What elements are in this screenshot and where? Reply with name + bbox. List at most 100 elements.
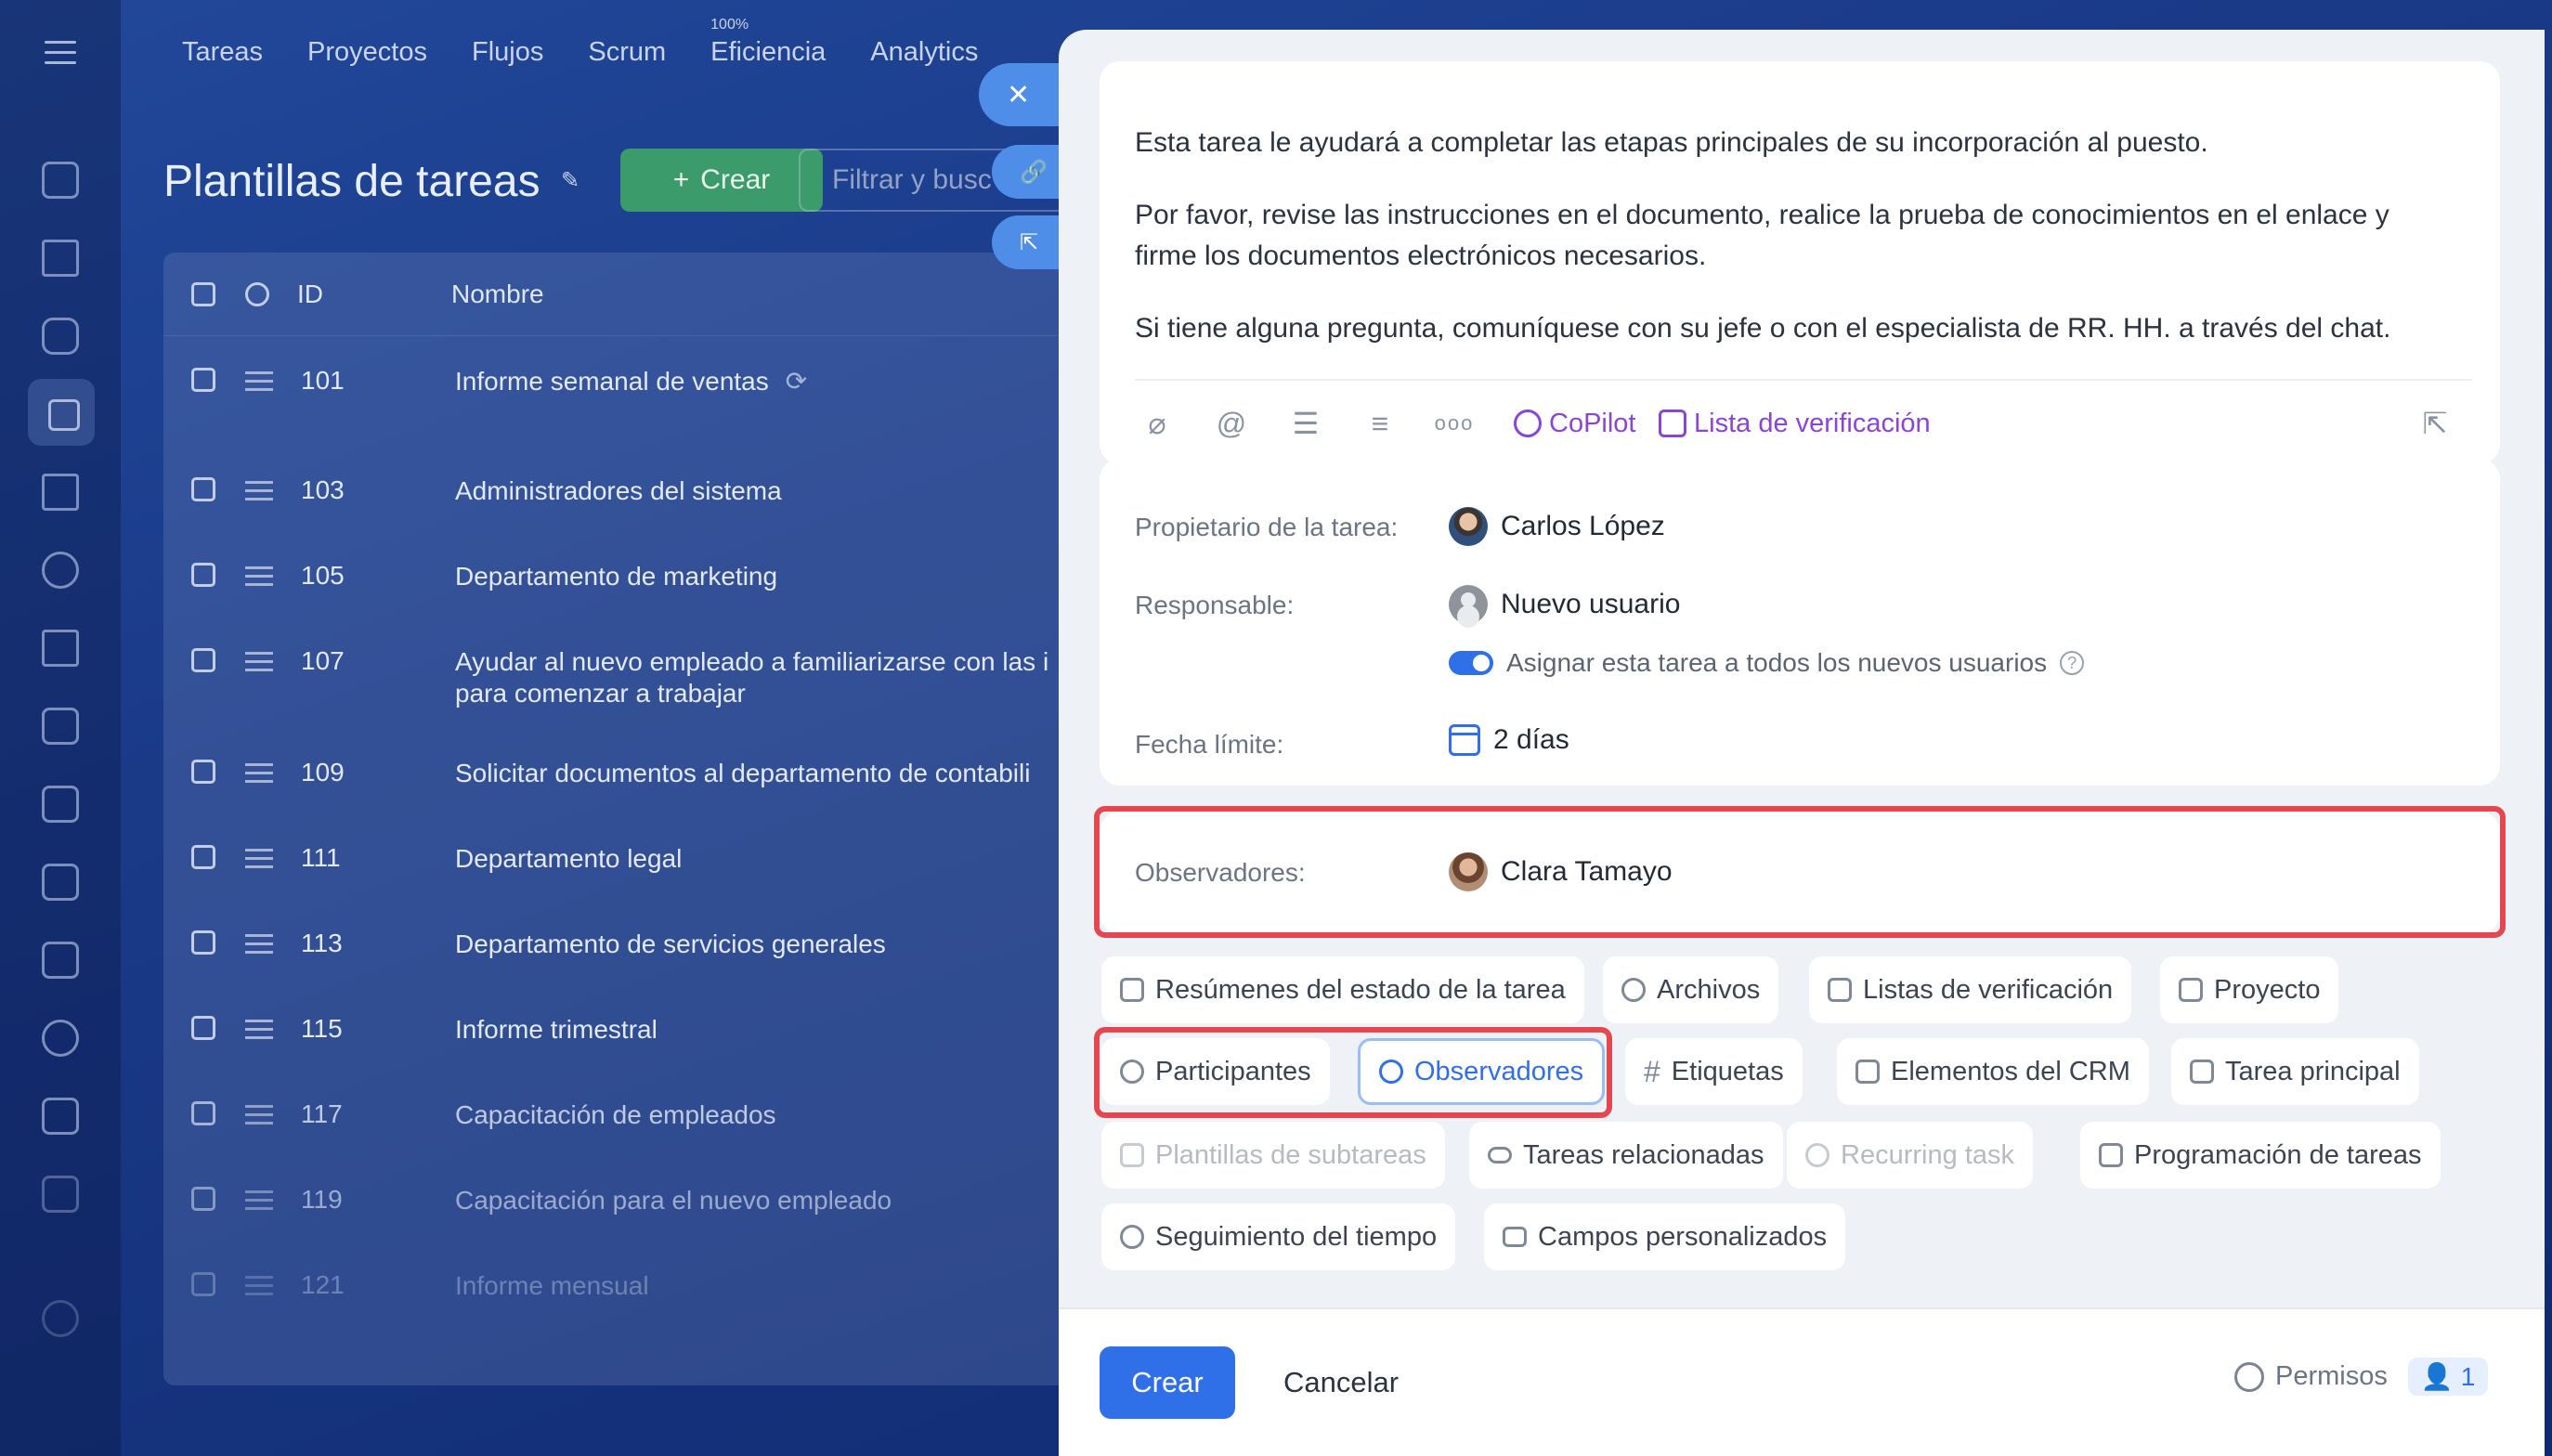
table-row[interactable]: 113 Departamento de servicios generales bbox=[163, 929, 1092, 960]
chip-status-summaries[interactable]: Resúmenes del estado de la tarea bbox=[1101, 956, 1584, 1023]
chip-checklists[interactable]: Listas de verificación bbox=[1809, 956, 2132, 1023]
drag-handle-icon[interactable] bbox=[245, 566, 273, 592]
document-icon[interactable] bbox=[42, 786, 79, 823]
drag-handle-icon[interactable] bbox=[245, 934, 273, 959]
presentation-icon[interactable] bbox=[42, 864, 79, 901]
chip-subtask-templates[interactable]: Plantillas de subtareas bbox=[1101, 1122, 1445, 1189]
copilot-button[interactable]: CoPilot bbox=[1514, 405, 1636, 442]
chip-parent-task[interactable]: Tarea principal bbox=[2171, 1038, 2419, 1105]
row-checkbox[interactable] bbox=[191, 648, 215, 672]
row-name[interactable]: Informe trimestral bbox=[455, 1014, 658, 1046]
table-row[interactable]: 119 Capacitación para el nuevo empleado bbox=[163, 1185, 1092, 1216]
doc-sign-icon[interactable] bbox=[42, 1176, 79, 1213]
schedule-icon[interactable] bbox=[42, 1098, 79, 1135]
feed-icon[interactable] bbox=[42, 162, 79, 199]
close-slider-button[interactable]: ✕ bbox=[979, 63, 1072, 126]
expand-editor-icon[interactable]: ⇱ bbox=[2416, 405, 2454, 442]
row-name[interactable]: Departamento legal bbox=[455, 843, 682, 875]
row-checkbox[interactable] bbox=[191, 368, 215, 392]
select-all-checkbox[interactable] bbox=[191, 281, 215, 306]
cart-icon[interactable] bbox=[42, 474, 79, 511]
row-checkbox[interactable] bbox=[191, 930, 215, 955]
row-name[interactable]: Departamento de servicios generales bbox=[455, 929, 886, 960]
table-row[interactable]: 121 Informe mensual bbox=[163, 1270, 1092, 1302]
pin-icon[interactable]: ✎ bbox=[561, 167, 585, 193]
chip-tags[interactable]: # Etiquetas bbox=[1625, 1038, 1803, 1105]
row-name[interactable]: Ayudar al nuevo empleado a familiarizars… bbox=[455, 646, 1048, 709]
numbered-list-icon[interactable]: ≡ bbox=[1361, 405, 1399, 442]
id-column-header[interactable]: ID bbox=[297, 280, 451, 309]
mail-icon[interactable] bbox=[42, 630, 79, 667]
drag-handle-icon[interactable] bbox=[245, 1105, 273, 1130]
row-checkbox[interactable] bbox=[191, 1016, 215, 1040]
description-paragraph-1[interactable]: Esta tarea le ayudará a completar las et… bbox=[1135, 123, 2454, 163]
row-checkbox[interactable] bbox=[191, 1101, 215, 1125]
table-row[interactable]: 117 Capacitación de empleados bbox=[163, 1099, 1092, 1131]
permissions-count-badge[interactable]: 👤 1 bbox=[2407, 1358, 2489, 1396]
drag-handle-icon[interactable] bbox=[245, 652, 273, 677]
row-checkbox[interactable] bbox=[191, 563, 215, 587]
checklist-button[interactable]: Lista de verificación bbox=[1659, 405, 1931, 442]
row-name[interactable]: Solicitar documentos al departamento de … bbox=[455, 758, 1030, 789]
owner-value[interactable]: Carlos López bbox=[1449, 507, 1665, 546]
cancel-button[interactable]: Cancelar bbox=[1283, 1346, 1399, 1419]
create-template-button[interactable]: + Crear bbox=[620, 149, 823, 212]
table-row[interactable]: 101 Informe semanal de ventas ⟳ bbox=[163, 366, 1092, 397]
chip-task-scheduling[interactable]: Programación de tareas bbox=[2080, 1122, 2441, 1189]
nav-scrum[interactable]: Scrum bbox=[588, 37, 666, 68]
drag-handle-icon[interactable] bbox=[245, 1190, 273, 1216]
table-row[interactable]: 105 Departamento de marketing bbox=[163, 561, 1092, 592]
gear-icon[interactable] bbox=[245, 281, 269, 306]
row-name[interactable]: Informe semanal de ventas bbox=[455, 366, 769, 397]
drag-handle-icon[interactable] bbox=[245, 1276, 273, 1301]
table-row[interactable]: 103 Administradores del sistema bbox=[163, 475, 1092, 507]
row-name[interactable]: Capacitación para el nuevo empleado bbox=[455, 1185, 892, 1216]
chip-time-tracking[interactable]: Seguimiento del tiempo bbox=[1101, 1203, 1456, 1270]
row-checkbox[interactable] bbox=[191, 477, 215, 501]
nav-flujos[interactable]: Flujos bbox=[472, 37, 543, 68]
chip-crm-elements[interactable]: Elementos del CRM bbox=[1837, 1038, 2149, 1105]
chat-icon[interactable] bbox=[42, 318, 79, 355]
help-icon[interactable]: ? bbox=[2060, 651, 2085, 675]
row-name[interactable]: Capacitación de empleados bbox=[455, 1099, 776, 1131]
table-row[interactable]: 107 Ayudar al nuevo empleado a familiariz… bbox=[163, 646, 1092, 709]
target-icon[interactable] bbox=[42, 1020, 79, 1057]
drag-handle-icon[interactable] bbox=[245, 1020, 273, 1045]
row-name[interactable]: Administradores del sistema bbox=[455, 475, 782, 507]
menu-icon[interactable] bbox=[45, 41, 76, 65]
responsible-value[interactable]: Nuevo usuario bbox=[1449, 585, 1680, 624]
bullet-list-icon[interactable]: ☰ bbox=[1287, 405, 1324, 442]
row-checkbox[interactable] bbox=[191, 1187, 215, 1211]
settings-icon[interactable] bbox=[42, 1300, 79, 1337]
chip-recurring-task[interactable]: Recurring task bbox=[1787, 1122, 2033, 1189]
nav-analytics[interactable]: Analytics bbox=[870, 37, 978, 68]
table-row[interactable]: 111 Departamento legal bbox=[163, 843, 1092, 875]
hexagon-icon[interactable] bbox=[42, 552, 79, 589]
more-icon[interactable]: ooo bbox=[1435, 405, 1473, 442]
chip-project[interactable]: Proyecto bbox=[2160, 956, 2339, 1023]
drag-handle-icon[interactable] bbox=[245, 371, 273, 396]
name-column-header[interactable]: Nombre bbox=[451, 280, 544, 309]
assign-all-toggle[interactable] bbox=[1449, 651, 1493, 675]
table-row[interactable]: 115 Informe trimestral bbox=[163, 1014, 1092, 1046]
filter-icon[interactable] bbox=[42, 240, 79, 277]
drag-handle-icon[interactable] bbox=[245, 849, 273, 874]
drag-handle-icon[interactable] bbox=[245, 481, 273, 506]
row-name[interactable]: Departamento de marketing bbox=[455, 561, 777, 592]
permissions-button[interactable]: Permisos 👤 1 bbox=[2234, 1358, 2489, 1396]
chip-related-tasks[interactable]: Tareas relacionadas bbox=[1469, 1122, 1783, 1189]
row-name[interactable]: Informe mensual bbox=[455, 1270, 649, 1302]
tasks-icon[interactable] bbox=[28, 379, 95, 446]
create-button[interactable]: Crear bbox=[1100, 1346, 1235, 1419]
mention-icon[interactable]: @ bbox=[1213, 405, 1250, 442]
calendar-icon[interactable] bbox=[42, 708, 79, 745]
chip-files[interactable]: Archivos bbox=[1603, 956, 1779, 1023]
drag-handle-icon[interactable] bbox=[245, 763, 273, 788]
description-paragraph-3[interactable]: Si tiene alguna pregunta, comuníquese co… bbox=[1135, 308, 2454, 349]
row-checkbox[interactable] bbox=[191, 760, 215, 784]
attach-icon[interactable]: ⌀ bbox=[1139, 405, 1176, 442]
card-icon[interactable] bbox=[42, 942, 79, 979]
deadline-value[interactable]: 2 días bbox=[1449, 724, 1569, 756]
chip-custom-fields[interactable]: Campos personalizados bbox=[1484, 1203, 1846, 1270]
nav-proyectos[interactable]: Proyectos bbox=[307, 37, 427, 68]
